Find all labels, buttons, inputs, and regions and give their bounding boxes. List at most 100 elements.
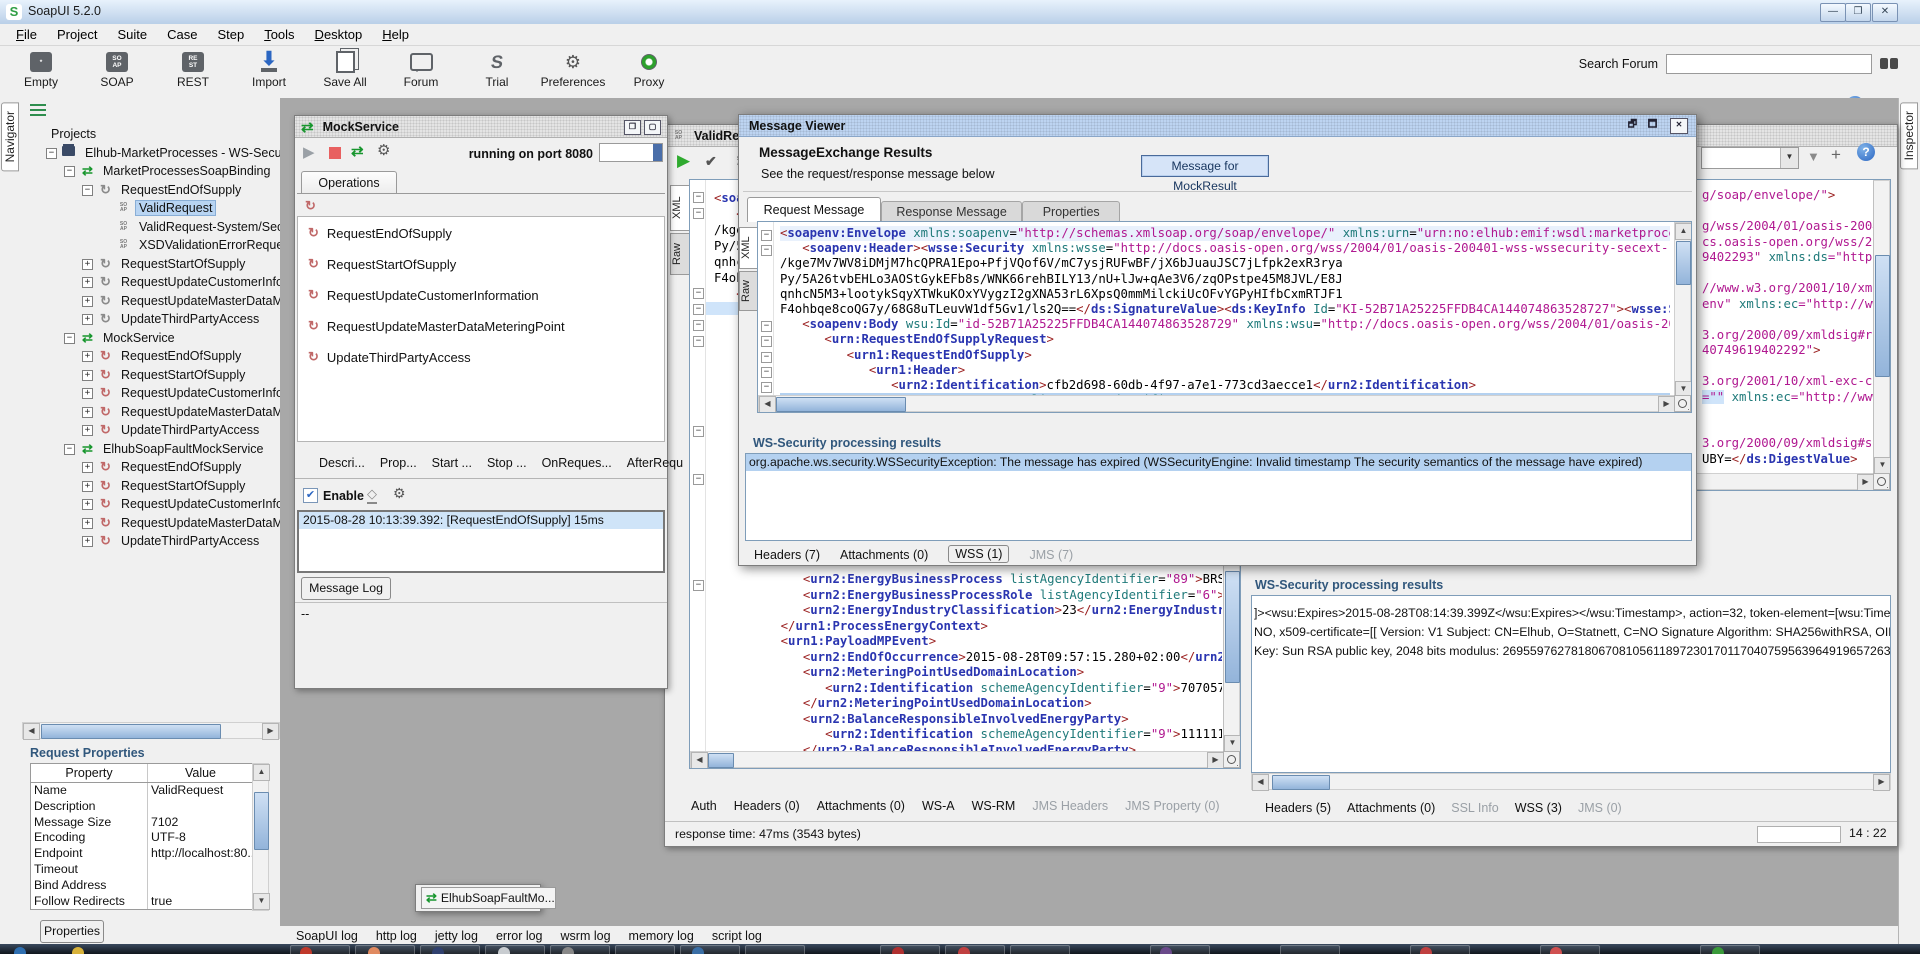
expand-icon[interactable]: + [82, 481, 93, 492]
taskbar-app-icon[interactable] [432, 947, 444, 954]
minimize-button[interactable]: — [1820, 3, 1846, 22]
property-row-encoding[interactable]: EncodingUTF-8 [31, 830, 253, 846]
import-button[interactable]: ⬇Import [238, 48, 300, 89]
tab-wss-1-[interactable]: WSS (1) [948, 545, 1009, 563]
fold-toggle[interactable]: − [693, 474, 704, 485]
tab-jms-7-[interactable]: JMS (7) [1029, 548, 1073, 562]
saveall-button[interactable]: Save All [314, 48, 376, 89]
mock-service-titlebar[interactable]: ⇄ MockService ❐ ▢ [295, 116, 667, 138]
fold-toggle[interactable]: − [693, 208, 704, 219]
tab-stop-[interactable]: Stop ... [487, 456, 527, 470]
request-hscrollbar[interactable]: ◀ ▶ [690, 751, 1225, 768]
proxy-button[interactable]: Proxy [618, 48, 680, 89]
taskbar-app-icon[interactable] [892, 947, 904, 954]
tab-auth[interactable]: Auth [691, 799, 717, 813]
fold-toggle[interactable]: − [693, 336, 704, 347]
taskbar-app-icon[interactable] [1160, 947, 1172, 954]
tree-item-requestupdatemasterdatameter-[interactable]: +↻RequestUpdateMasterDataMeter... [22, 292, 280, 310]
fold-toggle[interactable]: − [693, 304, 704, 315]
tree-item-validrequest-system-securit-[interactable]: SOAPValidRequest-System/Securit... [22, 218, 280, 236]
taskbar-app-icon[interactable] [1712, 947, 1724, 954]
tree-item-requeststartofsupply[interactable]: +↻RequestStartOfSupply [22, 366, 248, 384]
expand-icon[interactable]: + [82, 536, 93, 547]
add-icon[interactable]: + [1831, 145, 1841, 165]
operation-requestupdatecustomerinformation[interactable]: ↻RequestUpdateCustomerInformation [308, 287, 539, 303]
scroll-up-icon[interactable]: ▲ [253, 764, 270, 781]
column-value[interactable]: Value [148, 764, 253, 782]
viewer-hscrollbar[interactable]: ◀ ▶ [758, 395, 1676, 412]
taskbar-button[interactable] [880, 945, 940, 954]
operation-requestupdatemasterdatameteringpoint[interactable]: ↻RequestUpdateMasterDataMeteringPoint [308, 318, 565, 334]
help-icon[interactable]: ? [1857, 143, 1875, 161]
tree-item-requestupdatecustomerinform-[interactable]: +↻RequestUpdateCustomerInform... [22, 384, 280, 402]
tab-raw-request[interactable]: Raw [670, 233, 690, 275]
tab-ws-a[interactable]: WS-A [922, 799, 955, 813]
taskbar-button[interactable] [355, 945, 415, 954]
start-mock-icon[interactable]: ▶ [303, 143, 315, 161]
operation-updatethirdpartyaccess[interactable]: ↻UpdateThirdPartyAccess [308, 349, 471, 365]
taskbar-button[interactable] [1700, 945, 1760, 954]
restart-mock-icon[interactable]: ⇄ [351, 142, 364, 160]
tree-item-requestendofsupply[interactable]: +↻RequestEndOfSupply [22, 458, 244, 476]
mock-service-window[interactable]: ⇄ MockService ❐ ▢ ▶ ⇄ ⚙ running on port … [294, 115, 668, 689]
scroll-right-icon[interactable]: ▶ [1857, 474, 1874, 491]
maximize-icon[interactable]: ▢ [644, 120, 661, 135]
tree-item-xsdvalidationerrorrequest[interactable]: SOAPXSDValidationErrorRequest [22, 236, 280, 254]
scroll-left-icon[interactable]: ◀ [759, 396, 776, 413]
message-for-mockresult-button[interactable]: Message for MockResult [1141, 155, 1269, 177]
response-vscrollbar[interactable]: ▼ [1873, 180, 1890, 475]
menu-help[interactable]: Help [372, 27, 419, 42]
minimized-elhub-mock-window[interactable]: ⇄ ElhubSoapFaultMo... [415, 884, 541, 912]
tree-item-updatethirdpartyaccess[interactable]: +↻UpdateThirdPartyAccess [22, 310, 262, 328]
tab-attachments-0-[interactable]: Attachments (0) [840, 548, 928, 562]
tab-response-message[interactable]: Response Message [881, 201, 1022, 222]
tab-attachments-0-[interactable]: Attachments (0) [1347, 801, 1435, 815]
scroll-right-icon[interactable]: ▶ [1207, 752, 1224, 769]
tree-options-icon[interactable] [30, 104, 46, 116]
fold-toggle[interactable]: − [761, 245, 772, 256]
tab-wss-3-[interactable]: WSS (3) [1515, 801, 1562, 815]
taskbar-button[interactable] [615, 945, 675, 954]
empty-button[interactable]: *Empty [10, 48, 72, 89]
log-options-gear-icon[interactable]: ⚙ [393, 485, 406, 502]
log-entry-row[interactable]: 2015-08-28 10:13:39.392: [RequestEndOfSu… [299, 512, 663, 529]
expand-icon[interactable]: + [82, 425, 93, 436]
assertion-dropdown[interactable]: ▼ [1701, 147, 1799, 169]
taskbar-button[interactable] [1540, 945, 1600, 954]
clear-log-icon[interactable]: ◇ [367, 486, 377, 504]
search-icon[interactable] [1880, 58, 1898, 70]
response-vscroll-thumb[interactable] [1875, 255, 1890, 377]
fold-toggle[interactable]: − [693, 426, 704, 437]
tab-jms-property-0-[interactable]: JMS Property (0) [1125, 799, 1219, 813]
property-row-name[interactable]: NameValidRequest [31, 783, 253, 799]
taskbar-button[interactable] [1410, 945, 1470, 954]
properties-vscrollbar[interactable]: ▲ ▼ [252, 763, 269, 911]
tree-item-marketprocessessoapbinding[interactable]: −⇄MarketProcessesSoapBinding [22, 162, 273, 180]
tree-hscroll-thumb[interactable] [41, 724, 221, 739]
scroll-down-icon[interactable]: ▼ [253, 893, 270, 910]
collapse-icon[interactable]: − [64, 166, 75, 177]
taskbar-button[interactable] [420, 945, 480, 954]
expand-icon[interactable]: + [82, 518, 93, 529]
fold-toggle[interactable]: − [693, 288, 704, 299]
close-icon[interactable]: ✕ [1670, 118, 1688, 134]
message-viewer-dialog[interactable]: Message Viewer 🗗 🗖 ✕ MessageExchange Res… [738, 114, 1697, 566]
filter-icon[interactable]: ▼ [1807, 149, 1820, 164]
tree-item-requestupdatecustomerinform-[interactable]: +↻RequestUpdateCustomerInform... [22, 495, 280, 513]
fold-toggle[interactable]: − [693, 192, 704, 203]
menu-suite[interactable]: Suite [107, 27, 157, 42]
scroll-left-icon[interactable]: ◀ [1252, 774, 1269, 791]
property-row-bind-address[interactable]: Bind Address [31, 878, 253, 894]
search-forum-input[interactable] [1666, 54, 1872, 74]
tab-start-[interactable]: Start ... [432, 456, 472, 470]
taskbar-button[interactable] [1280, 945, 1340, 954]
tab-jms-0-[interactable]: JMS (0) [1578, 801, 1622, 815]
fold-toggle[interactable]: − [761, 367, 772, 378]
soap-button[interactable]: SO APSOAP [86, 48, 148, 89]
fold-toggle[interactable]: − [761, 352, 772, 363]
property-row-message-size[interactable]: Message Size7102 [31, 815, 253, 831]
taskbar-app-icon[interactable] [692, 947, 704, 954]
viewer-vscrollbar[interactable]: ▲ ▼ [1674, 222, 1691, 397]
collapse-icon[interactable]: − [46, 148, 57, 159]
scroll-right-icon[interactable]: ▶ [262, 723, 279, 740]
